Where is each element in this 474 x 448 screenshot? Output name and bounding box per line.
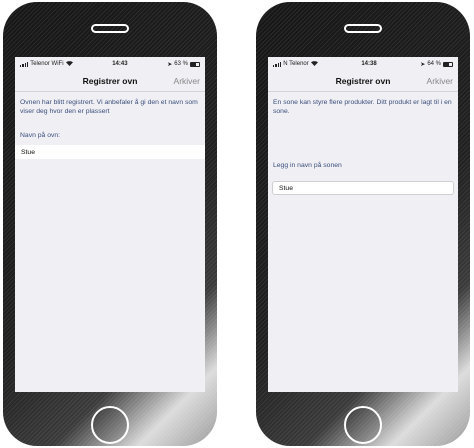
location-icon: ➤ bbox=[167, 61, 173, 68]
page-title: Registrer ovn bbox=[82, 76, 138, 86]
archive-button[interactable]: Arkiver bbox=[174, 76, 200, 86]
signal-icon bbox=[20, 61, 29, 67]
phone-frame-right: N Telenor 14:38 ➤ 64 % Registrer ovn Ark… bbox=[256, 2, 470, 446]
archive-button[interactable]: Arkiver bbox=[427, 76, 453, 86]
battery-percent: 64 % bbox=[427, 61, 441, 67]
nav-bar: Registrer ovn Arkiver bbox=[15, 71, 205, 92]
zone-message: En sone kan styre flere produkter. Ditt … bbox=[273, 99, 452, 115]
home-button-icon[interactable] bbox=[91, 406, 129, 444]
speaker-grille-icon bbox=[344, 24, 382, 33]
nav-bar: Registrer ovn Arkiver bbox=[268, 71, 458, 92]
clock: 14:43 bbox=[112, 61, 128, 67]
wifi-icon bbox=[65, 60, 73, 68]
screen-left: Telenor WiFi 14:43 ➤ 63 % Registrer ovn … bbox=[15, 57, 205, 392]
oven-name-input[interactable]: Stue bbox=[15, 145, 205, 159]
screen-right: N Telenor 14:38 ➤ 64 % Registrer ovn Ark… bbox=[268, 57, 458, 392]
battery-percent: 63 % bbox=[174, 61, 188, 67]
battery-icon bbox=[443, 61, 453, 67]
wifi-icon bbox=[310, 60, 318, 68]
carrier-label: N Telenor bbox=[283, 61, 309, 67]
zone-name-label: Legg in navn på sonen bbox=[273, 162, 342, 169]
status-bar: N Telenor 14:38 ➤ 64 % bbox=[268, 57, 458, 71]
clock: 14:38 bbox=[361, 61, 377, 67]
oven-name-label: Navn på ovn: bbox=[20, 132, 61, 139]
page-title: Registrer ovn bbox=[335, 76, 391, 86]
zone-name-input[interactable]: Stue bbox=[272, 181, 454, 195]
speaker-grille-icon bbox=[91, 24, 129, 33]
signal-icon bbox=[273, 61, 282, 67]
carrier-label: Telenor WiFi bbox=[30, 61, 64, 67]
battery-icon bbox=[189, 61, 200, 67]
location-icon: ➤ bbox=[420, 61, 426, 68]
home-button-icon[interactable] bbox=[344, 406, 382, 444]
status-bar: Telenor WiFi 14:43 ➤ 63 % bbox=[15, 57, 205, 71]
registration-message: Ovnen har blitt registrert. Vi anbefaler… bbox=[20, 99, 198, 115]
phone-frame-left: Telenor WiFi 14:43 ➤ 63 % Registrer ovn … bbox=[3, 2, 217, 446]
